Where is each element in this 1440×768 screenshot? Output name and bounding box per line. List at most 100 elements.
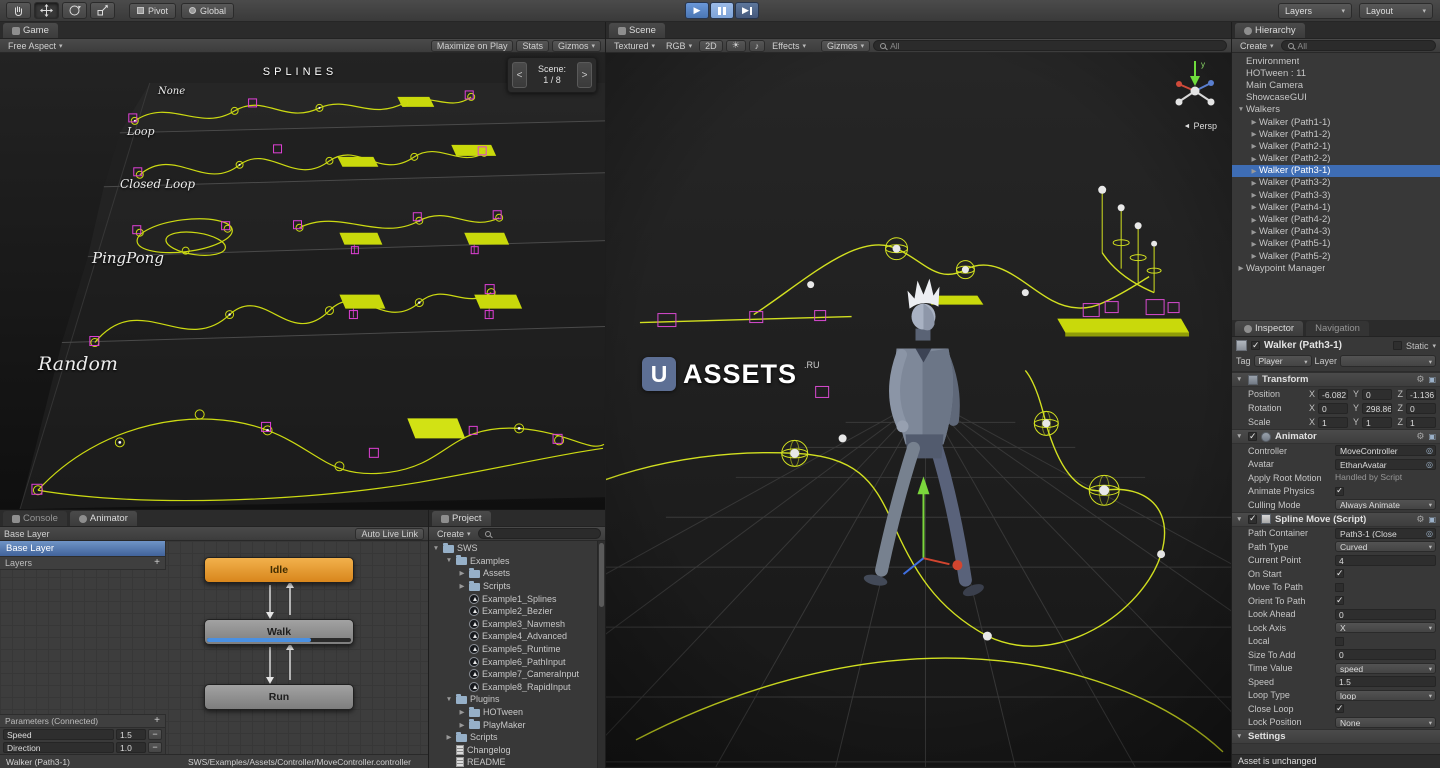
help-icon[interactable]: ▣ bbox=[1428, 432, 1436, 441]
state-node-idle[interactable]: Idle bbox=[204, 557, 354, 583]
scale-z-field[interactable]: 1 bbox=[1406, 417, 1436, 428]
layer-dropdown[interactable] bbox=[1340, 355, 1436, 367]
scene-search-input[interactable]: All bbox=[873, 40, 1227, 51]
project-item[interactable]: ▶ Scripts bbox=[429, 580, 597, 593]
parameter-value-field[interactable]: 1.0 bbox=[116, 742, 146, 753]
rotate-tool-button[interactable] bbox=[62, 2, 87, 19]
property-value[interactable]: Always Animate bbox=[1335, 499, 1436, 510]
tab-animator[interactable]: Animator bbox=[70, 511, 137, 526]
hierarchy-item[interactable]: ▶ Walker (Path2-2) bbox=[1232, 153, 1440, 165]
fold-arrow-icon[interactable]: ▼ bbox=[1236, 733, 1244, 740]
hierarchy-item[interactable]: HOTween : 11 bbox=[1232, 67, 1440, 79]
2d-toggle-button[interactable]: 2D bbox=[699, 40, 723, 52]
fold-arrow-icon[interactable]: ▼ bbox=[1236, 376, 1244, 383]
rotation-x-field[interactable]: 0 bbox=[1318, 403, 1348, 414]
hierarchy-item[interactable]: ▶ Walker (Path1-1) bbox=[1232, 116, 1440, 128]
hierarchy-item[interactable]: ▼ Walkers bbox=[1232, 104, 1440, 116]
game-gizmos-dropdown[interactable]: Gizmos▾ bbox=[552, 40, 601, 52]
state-node-walk[interactable]: Walk bbox=[204, 619, 354, 645]
tab-inspector[interactable]: Inspector bbox=[1235, 321, 1303, 336]
hierarchy-item[interactable]: ▶ Walker (Path3-1) bbox=[1232, 165, 1440, 177]
active-checkbox[interactable] bbox=[1251, 341, 1260, 350]
static-checkbox[interactable] bbox=[1393, 341, 1402, 350]
hierarchy-search-input[interactable]: All bbox=[1281, 40, 1436, 51]
hierarchy-item[interactable]: ▶ Walker (Path3-2) bbox=[1232, 177, 1440, 189]
global-toggle-button[interactable]: Global bbox=[181, 3, 234, 19]
project-item[interactable]: ▶ Scripts bbox=[429, 731, 597, 744]
property-value[interactable]: loop bbox=[1335, 690, 1436, 701]
aspect-dropdown[interactable]: Free Aspect▾ bbox=[4, 40, 67, 52]
gear-icon[interactable]: ⚙ bbox=[1416, 374, 1424, 385]
parameter-name-field[interactable]: Speed bbox=[3, 729, 114, 740]
project-item[interactable]: Example1_Splines bbox=[429, 592, 597, 605]
axis-gizmo[interactable]: y bbox=[1167, 55, 1223, 117]
auto-live-link-button[interactable]: Auto Live Link bbox=[355, 528, 424, 540]
tab-console[interactable]: Console bbox=[3, 511, 67, 526]
expand-arrow-icon[interactable]: ▶ bbox=[1249, 118, 1259, 126]
hierarchy-item[interactable]: ▶ Walker (Path4-2) bbox=[1232, 213, 1440, 225]
position-z-field[interactable]: -1.136 bbox=[1406, 389, 1436, 400]
rotation-y-field[interactable]: 298.86 bbox=[1362, 403, 1392, 414]
hierarchy-item[interactable]: ▶ Walker (Path3-3) bbox=[1232, 189, 1440, 201]
project-item[interactable]: ▶ Assets bbox=[429, 567, 597, 580]
expand-arrow-icon[interactable]: ▶ bbox=[1249, 142, 1259, 150]
hierarchy-item[interactable]: ▶ Waypoint Manager bbox=[1232, 262, 1440, 274]
scale-y-field[interactable]: 1 bbox=[1362, 417, 1392, 428]
project-search-input[interactable] bbox=[478, 528, 601, 539]
project-item[interactable]: README bbox=[429, 756, 597, 768]
expand-arrow-icon[interactable]: ▶ bbox=[458, 721, 466, 729]
tab-project[interactable]: Project bbox=[432, 511, 491, 526]
project-item[interactable]: Changelog bbox=[429, 744, 597, 757]
property-value[interactable] bbox=[1335, 583, 1344, 592]
project-scrollbar[interactable] bbox=[597, 541, 605, 768]
gear-icon[interactable]: ⚙ bbox=[1416, 514, 1424, 525]
property-value[interactable]: 1.5 bbox=[1335, 676, 1436, 687]
spline-move-enabled-checkbox[interactable] bbox=[1248, 515, 1257, 524]
remove-parameter-button[interactable]: − bbox=[148, 729, 162, 740]
state-node-run[interactable]: Run bbox=[204, 684, 354, 710]
breadcrumb-base-layer[interactable]: Base Layer bbox=[4, 529, 50, 539]
stats-button[interactable]: Stats bbox=[516, 40, 549, 52]
add-layer-button[interactable]: + bbox=[154, 558, 160, 568]
step-button[interactable]: ▶ bbox=[735, 2, 759, 19]
expand-arrow-icon[interactable]: ▶ bbox=[1249, 203, 1259, 211]
expand-arrow-icon[interactable]: ▶ bbox=[1249, 240, 1259, 248]
move-tool-button[interactable] bbox=[34, 2, 59, 19]
property-value[interactable] bbox=[1335, 569, 1344, 578]
help-icon[interactable]: ▣ bbox=[1428, 375, 1436, 384]
property-value[interactable]: 0 bbox=[1335, 609, 1436, 620]
tab-game[interactable]: Game bbox=[3, 23, 58, 38]
persp-label[interactable]: ◄ Persp bbox=[1184, 121, 1217, 131]
property-value[interactable] bbox=[1335, 704, 1344, 713]
property-value[interactable]: speed bbox=[1335, 663, 1436, 674]
property-value[interactable]: Path3-1 (Close bbox=[1335, 528, 1436, 539]
property-value[interactable]: Handled by Script bbox=[1335, 472, 1436, 483]
hierarchy-item[interactable]: ▶ Walker (Path4-1) bbox=[1232, 201, 1440, 213]
hierarchy-item[interactable]: ▶ Walker (Path5-2) bbox=[1232, 250, 1440, 262]
property-value[interactable]: EthanAvatar bbox=[1335, 459, 1436, 470]
project-item[interactable]: ▼ Plugins bbox=[429, 693, 597, 706]
property-value[interactable]: 0 bbox=[1335, 649, 1436, 660]
project-item[interactable]: ▶ HOTween bbox=[429, 706, 597, 719]
hierarchy-item[interactable]: ▶ Walker (Path1-2) bbox=[1232, 128, 1440, 140]
expand-arrow-icon[interactable]: ▶ bbox=[1249, 216, 1259, 224]
audio-toggle-button[interactable]: ♪ bbox=[749, 40, 766, 52]
expand-arrow-icon[interactable]: ▼ bbox=[432, 545, 440, 552]
hierarchy-item[interactable]: ▶ Walker (Path5-1) bbox=[1232, 238, 1440, 250]
expand-arrow-icon[interactable]: ▼ bbox=[445, 557, 453, 564]
project-item[interactable]: Example7_CameraInput bbox=[429, 668, 597, 681]
animator-component-header[interactable]: ▼ Animator ⚙ ▣ bbox=[1232, 429, 1440, 444]
expand-arrow-icon[interactable]: ▼ bbox=[445, 696, 453, 703]
expand-arrow-icon[interactable]: ▶ bbox=[445, 733, 453, 741]
parameter-name-field[interactable]: Direction bbox=[3, 742, 114, 753]
lighting-toggle-button[interactable]: ☀ bbox=[726, 40, 746, 52]
play-button[interactable]: ▶ bbox=[685, 2, 709, 19]
project-item[interactable]: Example3_Navmesh bbox=[429, 618, 597, 631]
layout-dropdown[interactable]: Layout▾ bbox=[1359, 3, 1433, 19]
hierarchy-item[interactable]: ▶ Walker (Path4-3) bbox=[1232, 226, 1440, 238]
rotation-z-field[interactable]: 0 bbox=[1406, 403, 1436, 414]
expand-arrow-icon[interactable]: ▶ bbox=[1249, 167, 1259, 175]
base-layer-item[interactable]: Base Layer bbox=[0, 541, 165, 557]
static-dropdown-icon[interactable]: ▾ bbox=[1432, 342, 1436, 350]
expand-arrow-icon[interactable]: ▶ bbox=[1249, 228, 1259, 236]
